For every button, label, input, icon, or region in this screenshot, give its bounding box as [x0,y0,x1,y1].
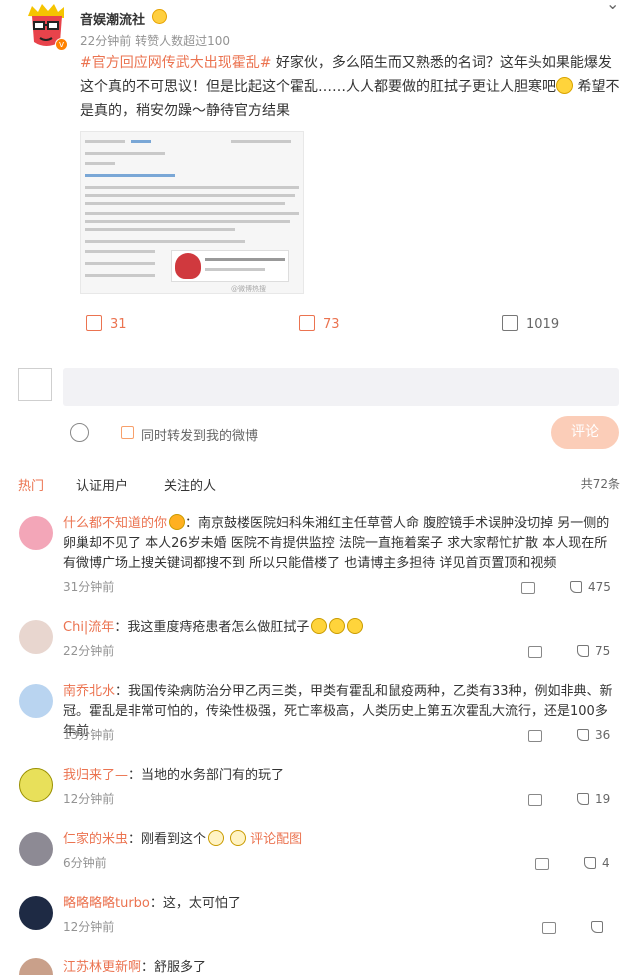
laughing-crying-emoji-icon [311,618,328,634]
comment-like-count: 75 [595,644,611,658]
thumbs-up-icon [591,921,603,933]
comment-author[interactable]: Chi|流年 [63,620,114,635]
laughing-crying-emoji-icon [556,77,573,94]
comment-text: 仁家的米虫：刚看到这个 评论配图 [63,830,618,850]
comment-like-button[interactable] [591,920,609,934]
comment-author[interactable]: 仁家的米虫 [63,832,128,847]
comment-author[interactable]: 我归来了— [63,768,128,783]
laughing-crying-emoji-icon [347,618,364,634]
comment-count: 73 [323,317,340,332]
comment-like-count: 475 [588,580,611,594]
forward-icon [86,315,102,331]
comment-like-button[interactable]: 36 [577,728,610,742]
medal-icon [169,514,186,530]
thumbs-up-icon [570,581,582,593]
comment-like-button[interactable]: 475 [570,580,611,594]
post-content: #官方回应网传武大出现霍乱# 好家伙，多么陌生而又熟悉的名词？这年头如果能爆发这… [80,51,625,123]
comment-avatar[interactable] [19,958,53,975]
comment-avatar[interactable] [19,832,53,866]
comment-time: 12分钟前 [63,792,115,806]
comment-body: ：当地的水务部门有的玩了 [128,768,285,783]
comment-like-count: 4 [602,856,610,870]
comment-input[interactable] [63,368,619,406]
like-count: 1019 [526,317,560,332]
comment-icon [299,315,315,331]
comment-time: 13分钟前 [63,728,115,742]
comment-text: 我归来了—：当地的水务部门有的玩了 [63,766,618,786]
reply-icon[interactable] [521,582,535,594]
comment-author[interactable]: 南乔北水 [63,684,115,699]
post-author-name[interactable]: 音娱潮流社 [80,9,145,28]
thumbs-up-icon [577,729,589,741]
post-meta: 22分钟前 转赞人数超过100 [80,34,230,48]
comment-like-button[interactable]: 4 [584,856,610,870]
comment-total: 共72条 [580,477,620,491]
comment-author[interactable]: 略略略略turbo [63,896,150,911]
thumbs-up-icon [502,315,518,331]
comment-body: ：舒服多了 [141,960,207,975]
comment-body: ：这，太可怕了 [149,896,241,911]
forward-count: 31 [110,317,127,332]
comment-text: 江苏林更新啊：舒服多了 [63,958,618,975]
comment-avatar[interactable] [19,896,53,930]
grimace-emoji-icon [230,830,247,846]
comment-time: 12分钟前 [63,920,115,934]
comment-avatar[interactable] [19,620,53,654]
comment-time: 31分钟前 [63,580,115,594]
tab-verified[interactable]: 认证用户 [76,475,128,494]
emoji-picker-icon[interactable] [70,423,89,442]
grimace-emoji-icon [208,830,225,846]
comment-like-count: 36 [595,728,611,742]
comment-text: Chi|流年：我这重度痔疮患者怎么做肛拭子 [63,618,618,638]
forward-button[interactable]: 31 [86,315,127,332]
comment-avatar[interactable] [19,768,53,802]
comment-body: ：我这重度痔疮患者怎么做肛拭子 [114,620,310,635]
comment-time: 6分钟前 [63,856,107,870]
thumbs-up-icon [577,793,589,805]
comment-like-button[interactable]: 75 [577,644,610,658]
chevron-down-icon[interactable]: ⌄ [606,0,619,13]
reply-icon[interactable] [542,922,556,934]
thumbs-up-icon [584,857,596,869]
comment-text: 略略略略turbo：这，太可怕了 [63,894,618,914]
comment-image-link[interactable]: 评论配图 [250,832,302,847]
comment-time: 22分钟前 [63,644,115,658]
forward-checkbox[interactable] [121,426,134,439]
post-image-thumbnail[interactable]: @微博热搜 [80,131,304,294]
current-user-avatar [18,368,52,401]
topic-link[interactable]: #官方回应网传武大出现霍乱# [80,55,271,71]
reply-icon[interactable] [528,730,542,742]
comment-avatar[interactable] [19,516,53,550]
comment-button[interactable]: 73 [299,315,340,332]
comment-author[interactable]: 江苏林更新啊 [63,960,141,975]
comment-like-count: 19 [595,792,611,806]
tab-hot[interactable]: 热门 [18,475,44,494]
verified-badge-icon: v [55,38,68,51]
reply-icon[interactable] [535,858,549,870]
thumbnail-watermark: @微博热搜 [231,285,266,293]
like-button[interactable]: 1019 [502,315,559,332]
comment-text: 什么都不知道的你 ：南京鼓楼医院妇科朱湘红主任草菅人命 腹腔镜手术误肿没切掉 另一… [63,514,618,574]
submit-comment-button[interactable]: 评论 [551,416,619,449]
comment-like-button[interactable]: 19 [577,792,610,806]
thumbs-up-icon [577,645,589,657]
forward-checkbox-label: 同时转发到我的微博 [141,429,259,444]
reply-icon[interactable] [528,794,542,806]
comment-avatar[interactable] [19,684,53,718]
tab-following[interactable]: 关注的人 [164,475,216,494]
medal-icon [152,9,167,24]
comment-body: ：刚看到这个 [128,832,207,847]
reply-icon[interactable] [528,646,542,658]
laughing-crying-emoji-icon [329,618,346,634]
comment-author[interactable]: 什么都不知道的你 [63,516,167,531]
